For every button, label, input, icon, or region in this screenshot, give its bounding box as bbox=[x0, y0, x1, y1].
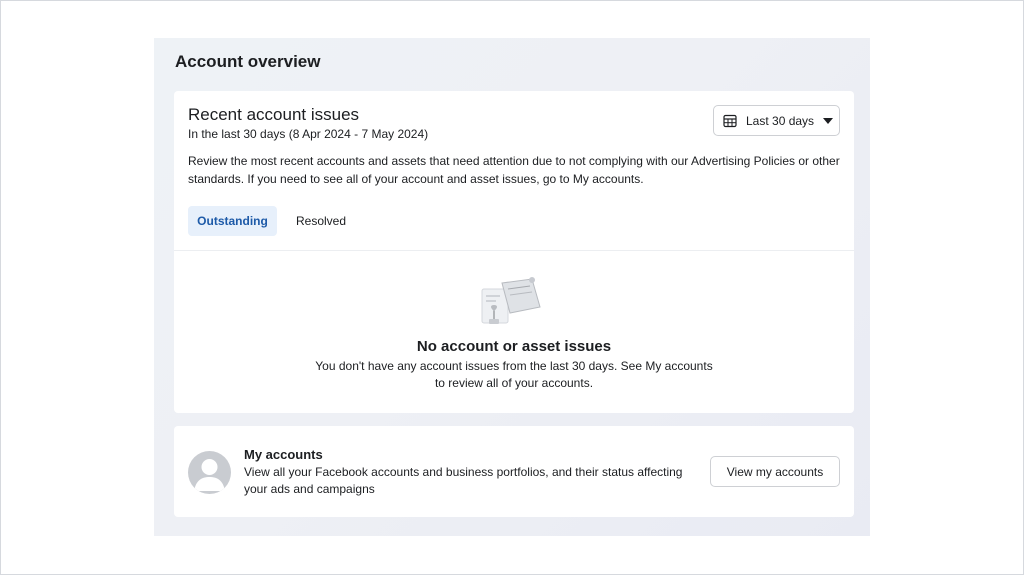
view-my-accounts-button[interactable]: View my accounts bbox=[710, 456, 840, 487]
date-range-label: Last 30 days bbox=[746, 113, 815, 128]
date-range-dropdown[interactable]: Last 30 days bbox=[713, 105, 840, 136]
caret-down-icon bbox=[823, 117, 834, 124]
tab-resolved[interactable]: Resolved bbox=[284, 206, 358, 236]
my-accounts-description: View all your Facebook accounts and busi… bbox=[244, 465, 683, 496]
my-accounts-title: My accounts bbox=[244, 447, 323, 462]
issues-description: Review the most recent accounts and asse… bbox=[188, 154, 840, 186]
my-accounts-card: My accounts View all your Facebook accou… bbox=[174, 426, 854, 517]
page-title: Account overview bbox=[175, 52, 321, 71]
account-overview-panel: Account overview Recent account issues I… bbox=[154, 38, 870, 536]
avatar bbox=[188, 451, 231, 494]
empty-state-title: No account or asset issues bbox=[416, 338, 612, 355]
issues-date-range: In the last 30 days (8 Apr 2024 - 7 May … bbox=[188, 127, 429, 141]
empty-state-illustration bbox=[480, 275, 548, 333]
empty-state-text: You don't have any account issues from t… bbox=[315, 359, 713, 390]
tab-outstanding[interactable]: Outstanding bbox=[188, 206, 277, 236]
tab-divider bbox=[174, 250, 854, 251]
recent-issues-card: Recent account issues In the last 30 day… bbox=[174, 91, 854, 413]
issues-title: Recent account issues bbox=[188, 105, 360, 124]
calendar-icon bbox=[723, 114, 737, 128]
